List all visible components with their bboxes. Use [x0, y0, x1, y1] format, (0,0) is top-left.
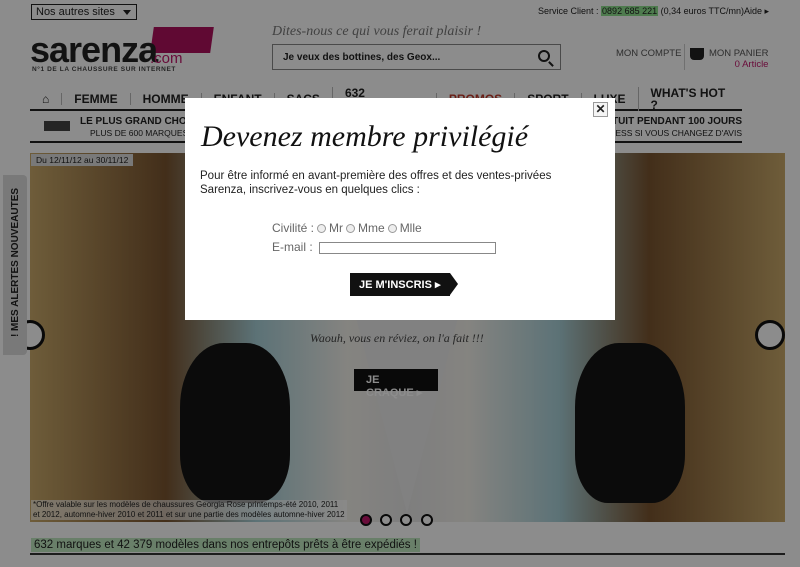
radio-mlle[interactable]: [387, 224, 397, 233]
option-label: Mr: [329, 221, 344, 235]
radio-mr[interactable]: [317, 224, 327, 233]
close-icon[interactable]: ✕: [593, 102, 608, 117]
radio-mme[interactable]: [346, 224, 356, 233]
email-field[interactable]: [319, 242, 496, 254]
subscribe-button[interactable]: JE M'INSCRIS ▸: [350, 273, 458, 296]
option-label: Mlle: [399, 221, 422, 235]
civility-label: Civilité :: [272, 221, 315, 235]
email-label: E-mail :: [272, 240, 313, 254]
button-arrow: [450, 273, 458, 295]
modal-title: Devenez membre privilégié: [201, 120, 529, 153]
subscribe-label: JE M'INSCRIS ▸: [359, 279, 441, 291]
modal-text: Pour être informé en avant-première des …: [200, 170, 552, 196]
civility-group: Civilité : Mr Mme Mlle: [272, 221, 422, 235]
option-label: Mme: [358, 221, 385, 235]
